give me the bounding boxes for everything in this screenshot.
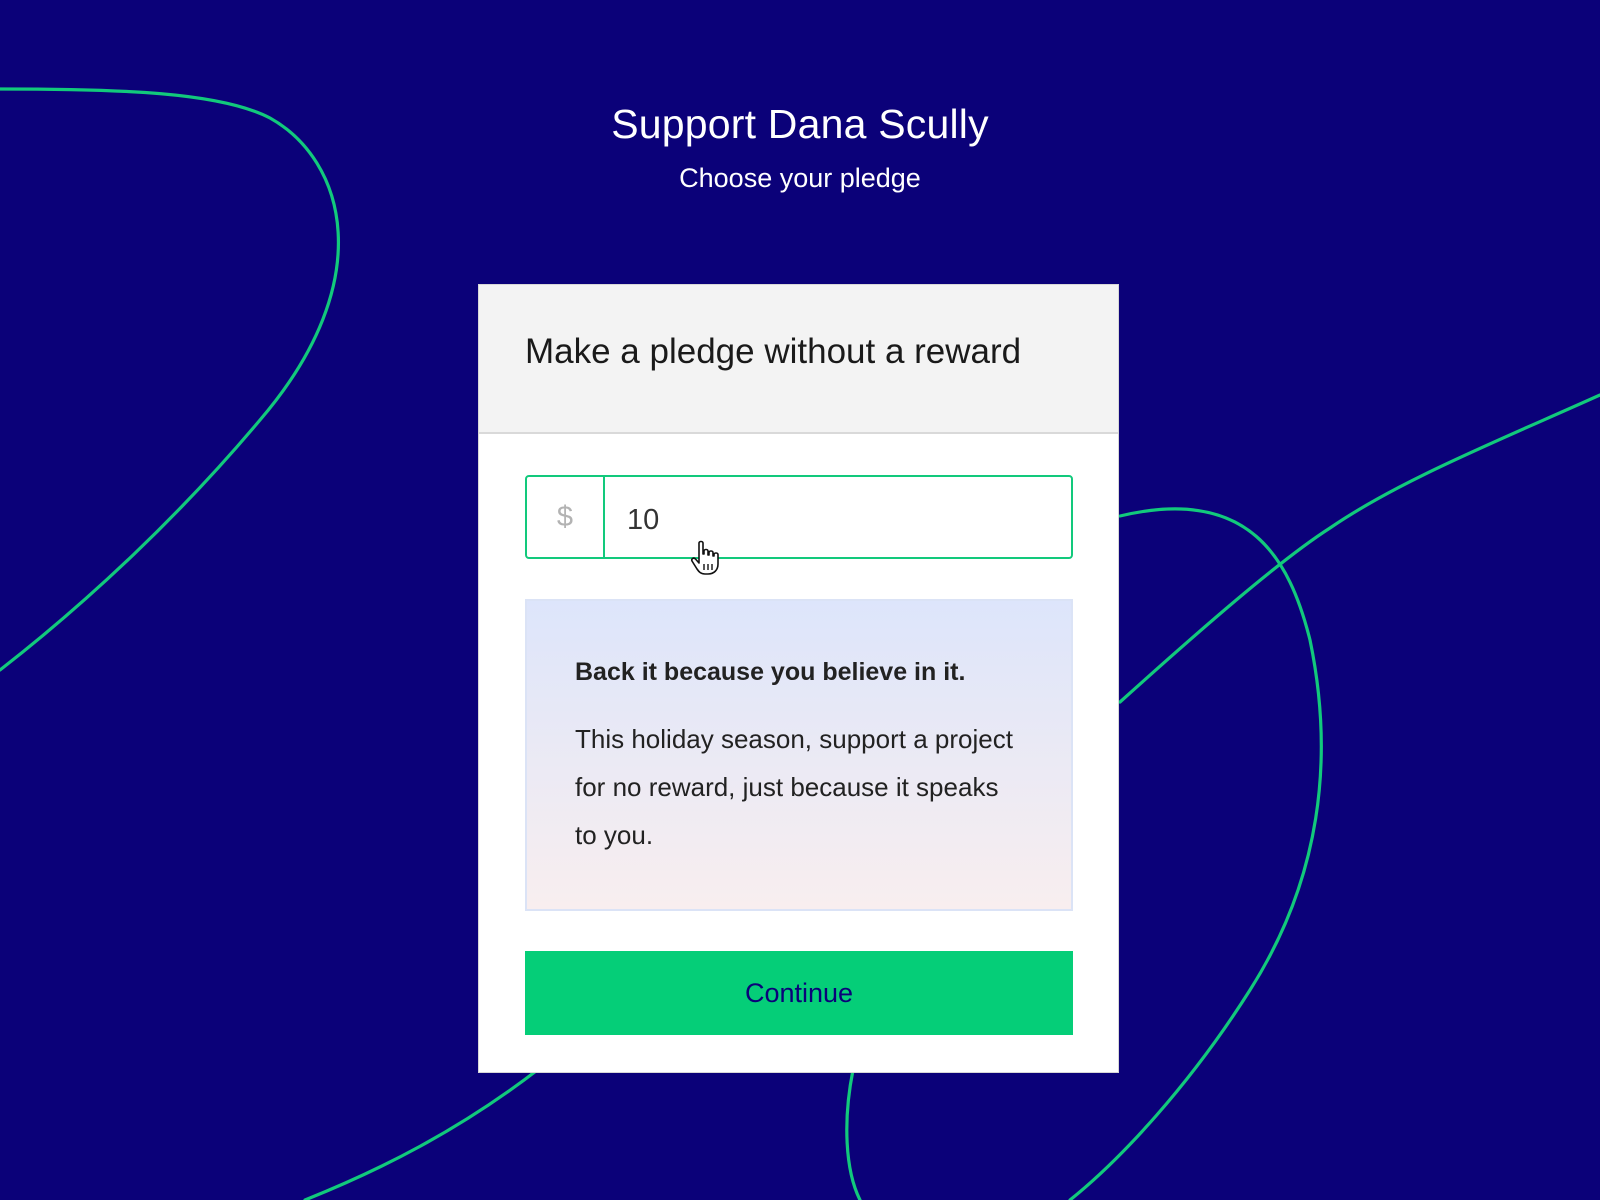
- pledge-amount-field[interactable]: $: [525, 475, 1073, 559]
- pledge-page: Support Dana Scully Choose your pledge M…: [0, 0, 1600, 1200]
- pledge-amount-input[interactable]: [605, 477, 1071, 557]
- curve-right-diagonal: [1118, 393, 1600, 704]
- info-callout: Back it because you believe in it. This …: [525, 599, 1073, 911]
- currency-symbol: $: [527, 477, 605, 557]
- curve-bottom-left: [303, 1066, 542, 1200]
- callout-title: Back it because you believe in it.: [575, 658, 966, 686]
- page-subtitle: Choose your pledge: [679, 163, 921, 193]
- page-title: Support Dana Scully: [611, 101, 989, 147]
- callout-body: This holiday season, support a project f…: [575, 724, 1013, 850]
- pledge-card-title: Make a pledge without a reward: [525, 332, 1022, 371]
- curve-right-loop-tail: [845, 1068, 862, 1200]
- page-heading: Support Dana Scully Choose your pledge: [0, 96, 1600, 196]
- continue-button[interactable]: Continue: [525, 951, 1073, 1035]
- pledge-card: Make a pledge without a reward $ Back it…: [478, 284, 1119, 1073]
- hand-pointer-icon: [690, 540, 719, 575]
- pledge-card-header: Make a pledge without a reward: [479, 285, 1118, 434]
